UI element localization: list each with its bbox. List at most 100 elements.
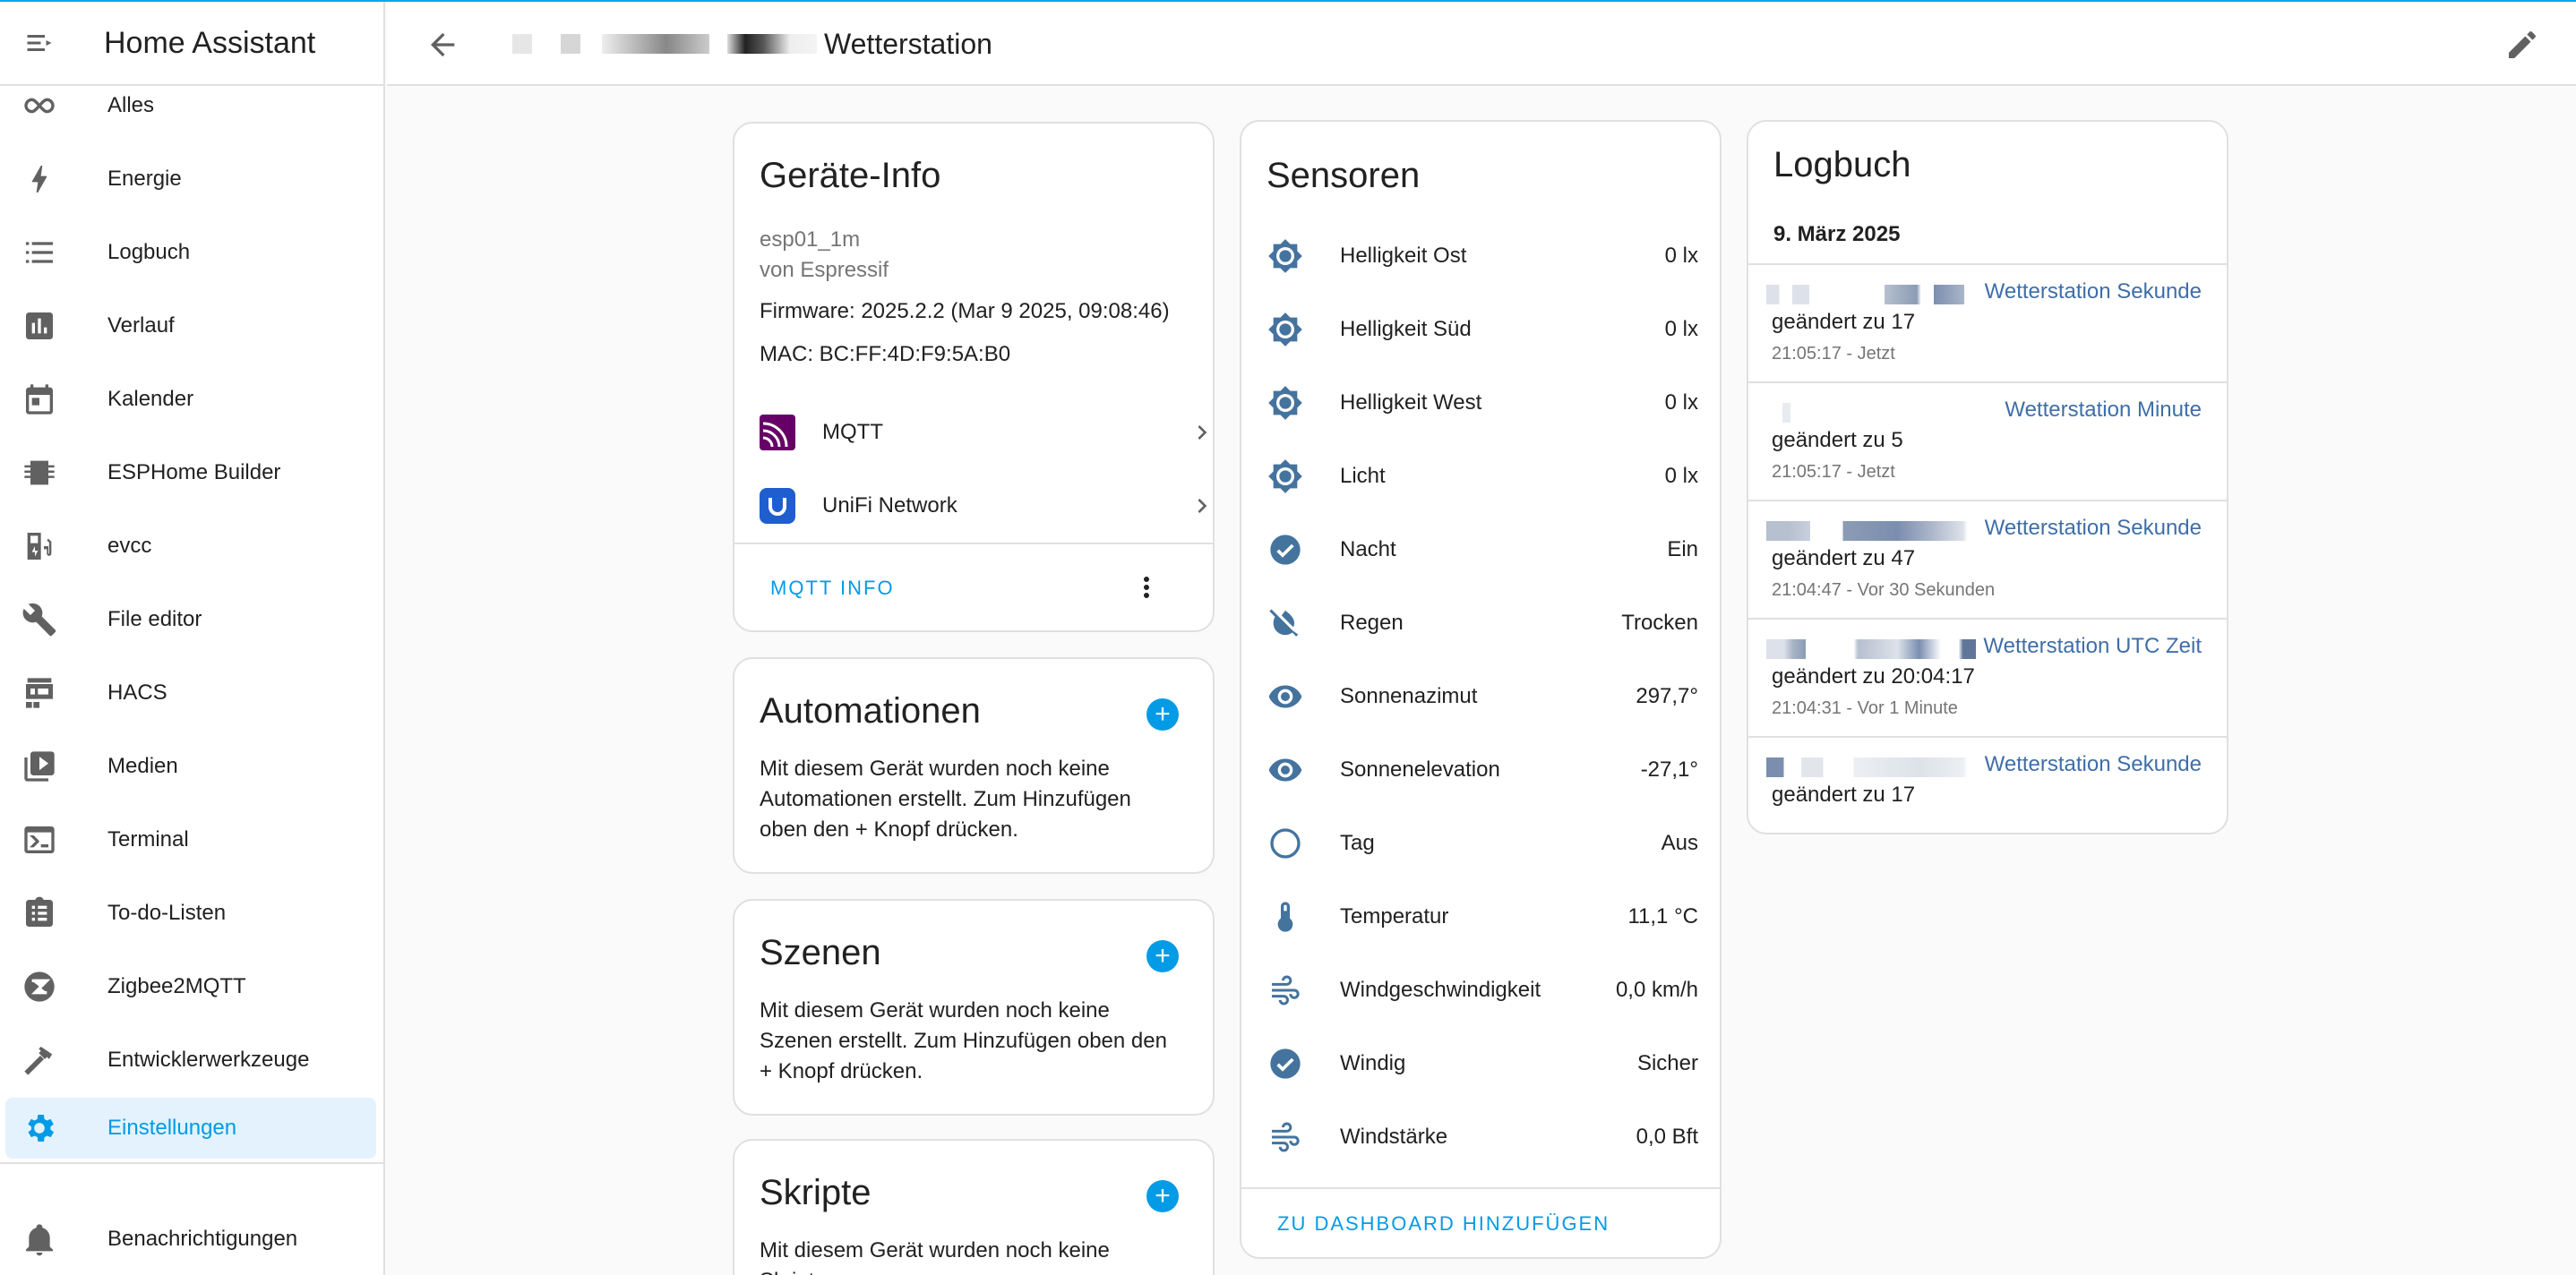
add-automation-button[interactable]: +	[1146, 698, 1179, 731]
sensor-value: 0 lx	[1664, 390, 1698, 415]
more-options-button[interactable]	[1130, 571, 1163, 608]
sidebar-item-terminal[interactable]: Terminal	[5, 809, 376, 870]
logbook-entry[interactable]: Wetterstation Sekunde geändert zu 17 21:…	[1748, 263, 2227, 380]
logbook-entity-link[interactable]: Wetterstation Sekunde	[1985, 752, 2202, 777]
sensor-row-windgeschwindigkeit[interactable]: Windgeschwindigkeit 0,0 km/h	[1267, 963, 1698, 1017]
card-title: Automationen	[760, 691, 981, 731]
sidebar-item-zigbee2mqtt[interactable]: Zigbee2MQTT	[5, 956, 376, 1017]
edit-button[interactable]	[2504, 27, 2540, 63]
sidebar-item-verlauf[interactable]: Verlauf	[5, 295, 376, 356]
sensors-card: Sensoren Helligkeit Ost 0 lx Helligkeit …	[1240, 120, 1722, 1259]
chip-icon	[24, 460, 55, 485]
sensor-name: Regen	[1340, 611, 1404, 635]
logbook-date: 9. März 2025	[1773, 222, 1901, 246]
integration-label: MQTT	[822, 420, 883, 444]
redacted-text	[1766, 285, 1981, 304]
lightning-icon	[31, 166, 47, 193]
circle-outline-icon	[1270, 828, 1301, 859]
sidebar-item-hacs[interactable]: HACS	[5, 663, 376, 723]
card-title: Logbuch	[1773, 145, 1911, 184]
sensor-row-tag[interactable]: Tag Aus	[1267, 817, 1698, 870]
brightness-icon	[1268, 386, 1302, 420]
sidebar-item-label: Energie	[107, 167, 182, 191]
sensor-value: -27,1°	[1640, 757, 1698, 782]
logbook-entry[interactable]: Wetterstation Sekunde geändert zu 17	[1748, 736, 2227, 833]
sidebar-item-evcc[interactable]: evcc	[5, 516, 376, 577]
sensor-name: Helligkeit Ost	[1340, 244, 1467, 268]
sidebar-item-logbuch[interactable]: Logbuch	[5, 222, 376, 283]
eye-icon	[1268, 758, 1302, 782]
sidebar-item-label: Kalender	[107, 387, 194, 411]
logbook-state: geändert zu 5	[1772, 428, 1903, 452]
sensor-row-nacht[interactable]: Nacht Ein	[1267, 523, 1698, 577]
sensor-row-sonnenazimut[interactable]: Sonnenazimut 297,7°	[1267, 670, 1698, 723]
sidebar-item-file-editor[interactable]: File editor	[5, 589, 376, 650]
logbook-state: geändert zu 20:04:17	[1772, 664, 1975, 689]
sensor-name: Sonnenelevation	[1340, 757, 1500, 782]
integration-mqtt-link[interactable]: MQTT	[760, 401, 1213, 464]
sensor-row-temperatur[interactable]: Temperatur 11,1 °C	[1267, 890, 1698, 944]
card-title: Skripte	[760, 1173, 872, 1212]
thermometer-icon	[1277, 902, 1293, 932]
sidebar-item-label: Alles	[107, 93, 155, 117]
add-script-button[interactable]: +	[1146, 1180, 1179, 1212]
sidebar-item-label: Einstellungen	[107, 1116, 237, 1140]
sensor-name: Windstärke	[1340, 1125, 1448, 1149]
sidebar-item-energie[interactable]: Energie	[5, 149, 376, 210]
ev-station-icon	[27, 533, 52, 560]
logbook-entry[interactable]: Wetterstation Minute geändert zu 5 21:05…	[1748, 381, 2227, 498]
sensor-row-regen[interactable]: Regen Trocken	[1267, 596, 1698, 650]
sidebar-item-einstellungen[interactable]: Einstellungen	[5, 1098, 376, 1159]
sidebar-title: Home Assistant	[104, 25, 316, 60]
zigbee-icon	[24, 971, 55, 1002]
sensor-row-windig[interactable]: Windig Sicher	[1267, 1037, 1698, 1091]
logbook-entity-link[interactable]: Wetterstation Minute	[2005, 398, 2202, 423]
logbook-entry[interactable]: Wetterstation Sekunde geändert zu 47 21:…	[1748, 500, 2227, 616]
media-icon	[24, 751, 55, 782]
add-to-dashboard-button[interactable]: ZU DASHBOARD HINZUFÜGEN	[1277, 1212, 1610, 1236]
sensor-value: 0,0 Bft	[1636, 1125, 1698, 1149]
sensor-row-licht[interactable]: Licht 0 lx	[1267, 449, 1698, 503]
device-mac: MAC: BC:FF:4D:F9:5A:B0	[760, 342, 1011, 366]
bell-icon	[26, 1224, 53, 1256]
logbook-entity-link[interactable]: Wetterstation Sekunde	[1985, 516, 2202, 541]
logbook-entry[interactable]: Wetterstation UTC Zeit geändert zu 20:04…	[1748, 618, 2227, 734]
sidebar-item-todo[interactable]: To-do-Listen	[5, 883, 376, 944]
logbook-time: 21:05:17 - Jetzt	[1772, 344, 1895, 364]
sidebar-item-label: File editor	[107, 607, 202, 631]
device-info-card: Geräte-Info esp01_1m von Espressif Firmw…	[733, 122, 1215, 632]
wind-icon	[1272, 1122, 1300, 1152]
sidebar-item-esphome[interactable]: ESPHome Builder	[5, 442, 376, 503]
sidebar-item-benachrichtigungen[interactable]: Benachrichtigungen	[5, 1209, 376, 1270]
automations-card: Automationen + Mit diesem Gerät wurden n…	[733, 657, 1215, 874]
sensor-row-helligkeit-sued[interactable]: Helligkeit Süd 0 lx	[1267, 303, 1698, 356]
logbook-entity-link[interactable]: Wetterstation Sekunde	[1985, 279, 2202, 304]
sensor-name: Tag	[1340, 831, 1375, 855]
mqtt-info-button[interactable]: MQTT INFO	[770, 577, 895, 600]
sensor-row-sonnenelevation[interactable]: Sonnenelevation -27,1°	[1267, 743, 1698, 797]
sensor-value: 11,1 °C	[1627, 904, 1698, 928]
sensor-row-windstaerke[interactable]: Windstärke 0,0 Bft	[1267, 1110, 1698, 1164]
redacted-text	[1766, 757, 1985, 777]
sensor-row-helligkeit-west[interactable]: Helligkeit West 0 lx	[1267, 376, 1698, 430]
sensor-value: Ein	[1667, 537, 1698, 561]
integration-unifi-link[interactable]: UniFi Network	[760, 475, 1213, 537]
brightness-icon	[1268, 459, 1302, 493]
logbook-state: geändert zu 17	[1772, 310, 1916, 334]
sidebar-item-label: To-do-Listen	[107, 901, 227, 925]
add-scene-button[interactable]: +	[1146, 940, 1179, 972]
pencil-icon	[2509, 31, 2536, 58]
logbook-entity-link[interactable]: Wetterstation UTC Zeit	[1983, 634, 2202, 659]
plus-icon: +	[1155, 1181, 1171, 1211]
sensor-name: Windig	[1340, 1051, 1406, 1075]
back-button[interactable]	[425, 27, 460, 63]
sidebar-item-entwicklerwerkzeuge[interactable]: Entwicklerwerkzeuge	[5, 1030, 376, 1091]
device-manufacturer: von Espressif	[760, 258, 889, 282]
sidebar-item-kalender[interactable]: Kalender	[5, 369, 376, 430]
sidebar-item-alles[interactable]: Alles	[5, 75, 376, 136]
sidebar-item-medien[interactable]: Medien	[5, 736, 376, 797]
sidebar-item-label: Terminal	[107, 827, 189, 851]
menu-toggle-button[interactable]	[0, 2, 79, 85]
sensor-name: Windgeschwindigkeit	[1340, 978, 1541, 1002]
sensor-row-helligkeit-ost[interactable]: Helligkeit Ost 0 lx	[1267, 229, 1698, 283]
